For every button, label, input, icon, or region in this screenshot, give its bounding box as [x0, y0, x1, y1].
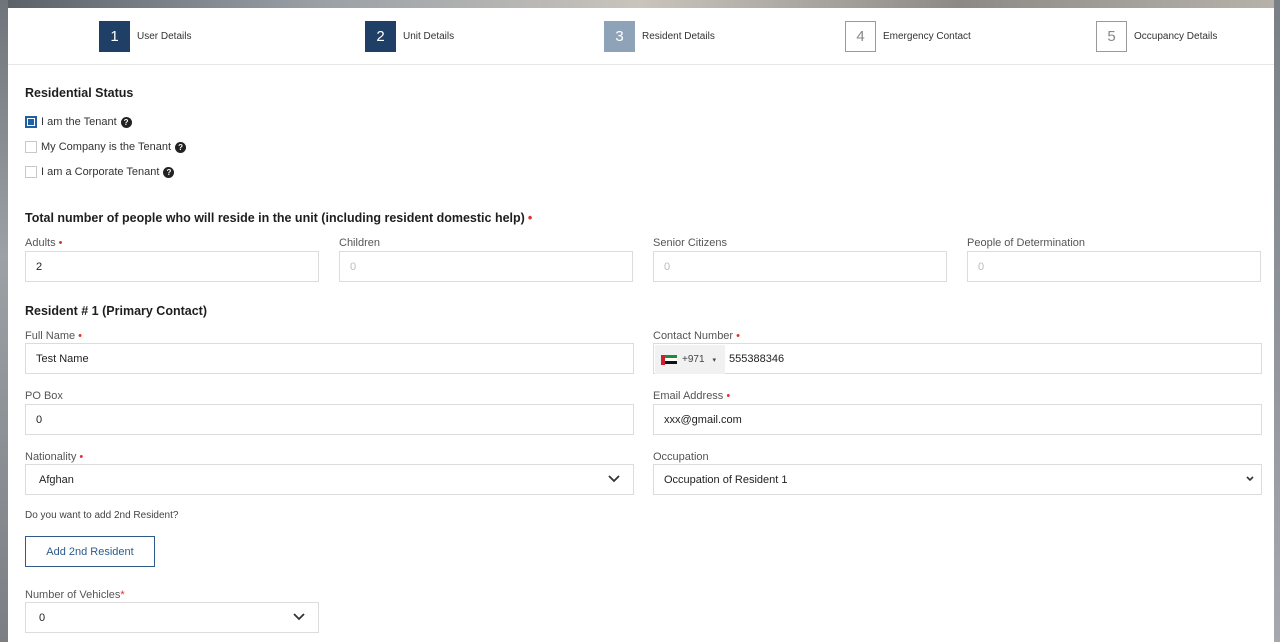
- residential-status-title: Residential Status: [25, 86, 134, 100]
- help-icon[interactable]: ?: [175, 141, 187, 153]
- help-icon[interactable]: ?: [163, 166, 175, 178]
- radio-unchecked[interactable]: [25, 166, 37, 178]
- po-box-label: PO Box: [25, 390, 63, 402]
- determination-input[interactable]: 0: [967, 251, 1261, 282]
- radio-checked[interactable]: [25, 116, 37, 128]
- step-number: 5: [1096, 21, 1127, 52]
- caret-down-icon: ▾: [712, 356, 717, 364]
- full-name-label-text: Full Name: [25, 330, 76, 342]
- option-company-tenant[interactable]: My Company is the Tenant ?: [25, 140, 187, 154]
- nationality-select[interactable]: Afghan: [25, 464, 634, 495]
- nationality-label: Nationality •: [25, 451, 83, 463]
- option-tenant[interactable]: I am the Tenant ?: [25, 115, 132, 129]
- contact-number-label-text: Contact Number: [653, 330, 734, 342]
- vehicles-select[interactable]: 0: [25, 602, 319, 633]
- step-label: Occupancy Details: [1134, 31, 1218, 42]
- step-number: 3: [604, 21, 635, 52]
- vehicles-value: 0: [39, 611, 46, 624]
- option-label: My Company is the Tenant: [41, 141, 172, 153]
- adults-input[interactable]: 2: [25, 251, 319, 282]
- step-label: Emergency Contact: [883, 31, 971, 42]
- option-corporate-tenant[interactable]: I am a Corporate Tenant ?: [25, 165, 175, 179]
- nationality-value: Afghan: [39, 473, 74, 486]
- occupation-label: Occupation: [653, 451, 709, 463]
- chevron-down-icon: [1246, 476, 1254, 482]
- step-resident-details[interactable]: 3 Resident Details: [604, 21, 715, 52]
- country-code: +971: [682, 354, 705, 365]
- adults-label-text: Adults: [25, 237, 56, 249]
- chevron-down-icon: [608, 475, 620, 483]
- step-number: 1: [99, 21, 130, 52]
- step-label: Unit Details: [403, 31, 455, 42]
- background-right: [1274, 0, 1280, 642]
- phone-number-input[interactable]: 555388346: [729, 344, 784, 373]
- background-left: [0, 0, 8, 642]
- occupation-select[interactable]: Occupation of Resident 1: [653, 464, 1262, 495]
- contact-number-field: +971 ▾ 555388346: [653, 343, 1262, 374]
- form-card: 1 User Details 2 Unit Details 3 Resident…: [8, 8, 1274, 642]
- option-label: I am a Corporate Tenant: [41, 166, 160, 178]
- required-mark: •: [726, 390, 731, 402]
- seniors-input[interactable]: 0: [653, 251, 947, 282]
- po-box-input[interactable]: 0: [25, 404, 634, 435]
- step-label: User Details: [137, 31, 192, 42]
- email-input[interactable]: xxx@gmail.com: [653, 404, 1262, 435]
- full-name-label: Full Name •: [25, 330, 82, 342]
- step-user-details[interactable]: 1 User Details: [99, 21, 191, 52]
- step-number: 2: [365, 21, 396, 52]
- required-mark: •: [736, 330, 740, 342]
- step-label: Resident Details: [642, 31, 715, 42]
- step-number: 4: [845, 21, 876, 52]
- step-unit-details[interactable]: 2 Unit Details: [365, 21, 454, 52]
- add-resident-question: Do you want to add 2nd Resident?: [25, 510, 179, 521]
- children-input[interactable]: 0: [339, 251, 633, 282]
- vehicles-label-text: Number of Vehicles: [25, 589, 121, 601]
- children-label: Children: [339, 237, 380, 249]
- seniors-label: Senior Citizens: [653, 237, 727, 249]
- occupants-title-text: Total number of people who will reside i…: [25, 211, 525, 225]
- required-mark: •: [58, 237, 63, 249]
- vehicles-label: Number of Vehicles*: [25, 589, 125, 601]
- resident1-title: Resident # 1 (Primary Contact): [25, 304, 207, 318]
- chevron-down-icon: [293, 613, 305, 621]
- option-label: I am the Tenant: [41, 116, 117, 128]
- determination-label: People of Determination: [967, 237, 1086, 249]
- uae-flag-icon: [661, 354, 677, 365]
- required-mark: •: [78, 330, 82, 342]
- occupants-title: Total number of people who will reside i…: [25, 211, 532, 225]
- contact-number-label: Contact Number •: [653, 330, 740, 342]
- help-icon[interactable]: ?: [120, 116, 132, 128]
- required-mark: *: [120, 589, 125, 601]
- country-code-selector[interactable]: +971 ▾: [655, 345, 725, 374]
- nationality-label-text: Nationality: [25, 451, 77, 463]
- adults-label: Adults •: [25, 237, 62, 249]
- radio-unchecked[interactable]: [25, 141, 37, 153]
- wizard-stepper: 1 User Details 2 Unit Details 3 Resident…: [8, 8, 1274, 65]
- step-emergency-contact[interactable]: 4 Emergency Contact: [845, 21, 971, 52]
- occupation-value: Occupation of Resident 1: [664, 473, 788, 486]
- step-occupancy-details[interactable]: 5 Occupancy Details: [1096, 21, 1217, 52]
- email-label: Email Address •: [653, 390, 730, 402]
- full-name-input[interactable]: Test Name: [25, 343, 634, 374]
- required-mark: •: [79, 451, 84, 463]
- email-label-text: Email Address: [653, 390, 724, 402]
- add-2nd-resident-button[interactable]: Add 2nd Resident: [25, 536, 155, 567]
- required-mark: •: [527, 211, 533, 225]
